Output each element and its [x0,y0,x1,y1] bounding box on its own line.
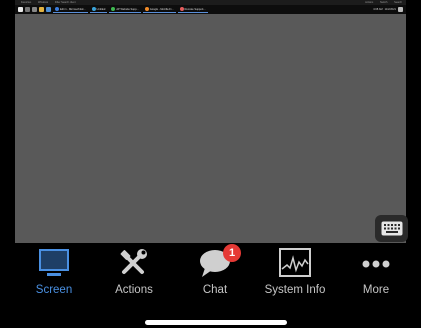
file-explorer-icon[interactable] [39,7,44,12]
keyboard-icon [381,221,402,236]
menubar-item-actions[interactable]: Actions [365,1,373,4]
remote-taskbar: Edit 1 - Microsoft Ed... Untitled AP Web… [15,5,406,14]
toolbar-label-system-info: System Info [264,284,326,296]
toolbar-label-screen: Screen [35,284,73,296]
app-icon [179,7,184,11]
ellipsis-icon [362,260,390,268]
toolbar-item-system-info[interactable]: System Info [256,243,334,305]
tray-time: 4:08 AM [373,8,383,11]
taskbar-tab-3[interactable]: AP Website Supp... [109,7,141,13]
toolbar-item-screen[interactable]: Screen [15,243,93,305]
toolbar-item-chat[interactable]: 1 Chat [176,243,254,305]
system-graph-icon [279,248,311,277]
app-icon [91,7,96,11]
taskbar-tab-1[interactable]: Edit 1 - Microsoft Ed... [53,7,88,13]
toolbar-item-more[interactable]: More [337,243,415,305]
remote-screen-view[interactable]: Favorites Windows Filter Search client A… [15,0,406,243]
taskbar-tab-2[interactable]: Untitled [89,7,108,13]
tray-date: 11/2/2021 [384,8,396,11]
store-icon[interactable] [46,7,51,12]
chat-icon-wrap: 1 [199,244,241,278]
monitor-icon [39,249,69,276]
taskbar-tab-5[interactable]: Remote Support... [177,7,208,13]
edge-icon [55,7,59,11]
bottom-toolbar: Screen Actions 1 Chat System Info More [15,243,406,305]
toolbar-label-chat: Chat [202,284,228,296]
firefox-icon [144,7,149,11]
toolbar-item-actions[interactable]: Actions [95,243,173,305]
menubar-item-filter[interactable]: Filter Search client [55,1,76,4]
tools-icon [120,249,147,274]
system-tray: 4:08 AM 11/2/2021 [373,5,403,14]
keyboard-toggle-button[interactable] [375,215,408,242]
search-icon[interactable] [25,7,30,12]
toolbar-label-actions: Actions [115,284,153,296]
menubar-item-windows[interactable]: Windows [38,1,48,4]
menubar-item-favorites[interactable]: Favorites [21,1,31,4]
chat-unread-badge: 1 [223,244,241,262]
menubar-item-switch[interactable]: Switch [380,1,387,4]
notifications-icon[interactable] [398,7,403,12]
start-icon[interactable] [18,7,23,12]
home-indicator[interactable] [145,320,287,325]
menubar-item-search[interactable]: Search [394,1,402,4]
app-icon [111,7,116,11]
toolbar-label-more: More [362,284,390,296]
task-view-icon[interactable] [32,7,37,12]
taskbar-tab-4[interactable]: Google - Mozilla Fi... [142,7,176,13]
